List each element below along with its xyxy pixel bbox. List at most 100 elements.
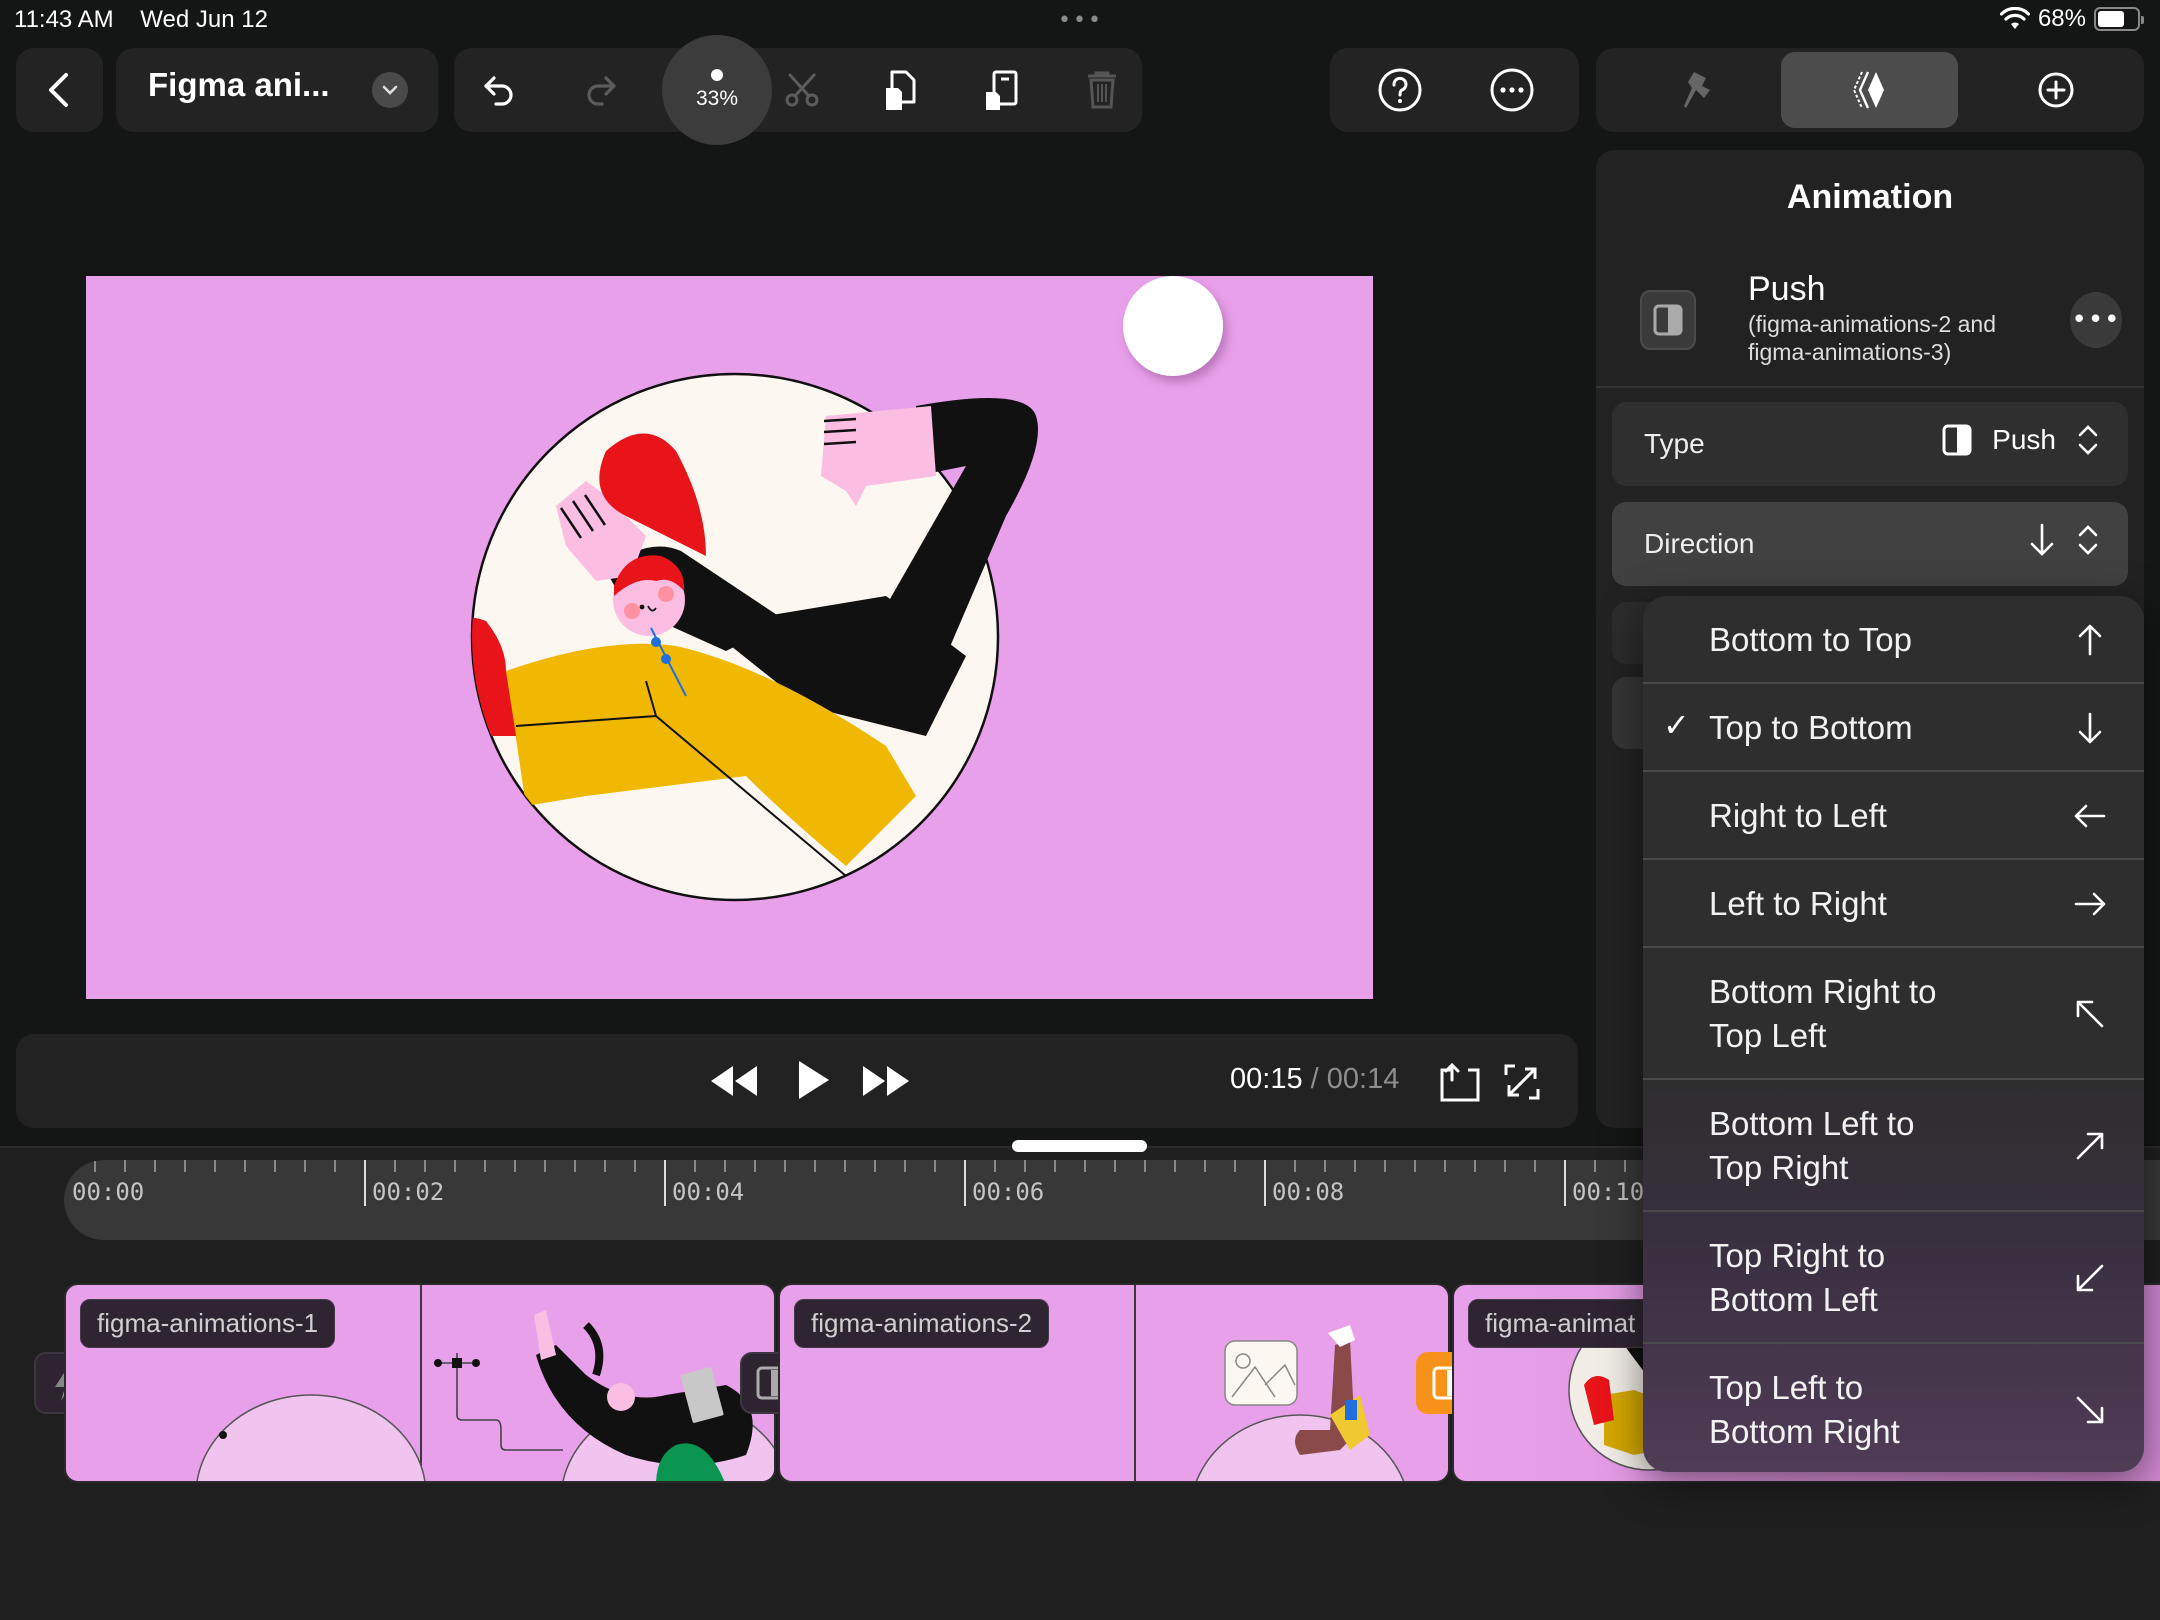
clip-label: figma-animat	[1468, 1299, 1653, 1348]
ruler-minor-tick	[1114, 1160, 1116, 1172]
direction-option-label: Top to Bottom	[1709, 709, 1913, 746]
ruler-minor-tick	[1234, 1160, 1236, 1172]
duplicate-button[interactable]	[872, 60, 932, 120]
undo-icon	[484, 76, 513, 106]
ruler-minor-tick	[484, 1160, 486, 1172]
direction-option[interactable]: Bottom to Top	[1643, 596, 2144, 684]
fast-forward-button[interactable]	[858, 1056, 914, 1106]
arrow-right-icon	[2074, 892, 2106, 916]
fast-forward-icon	[863, 1066, 909, 1096]
ruler-minor-tick	[994, 1160, 996, 1172]
play-button[interactable]	[792, 1052, 836, 1108]
ruler-minor-tick	[334, 1160, 336, 1172]
arrow-up-left-icon	[2076, 1000, 2104, 1028]
ruler-minor-tick	[1144, 1160, 1146, 1172]
type-value: Push	[1942, 422, 2100, 458]
direction-option-label: Bottom Right to Top Left	[1709, 973, 1937, 1054]
ruler-major-tick	[1564, 1160, 1566, 1206]
ruler-minor-tick	[1624, 1160, 1626, 1172]
status-time: 11:43 AM	[14, 6, 114, 33]
undo-button[interactable]	[470, 60, 530, 120]
zoom-level-button[interactable]: 33%	[662, 35, 772, 145]
resize-handle[interactable]	[1012, 1140, 1147, 1152]
direction-row[interactable]: Direction	[1612, 502, 2128, 586]
fullscreen-button[interactable]	[1498, 1058, 1546, 1106]
direction-option-label: Bottom to Top	[1709, 621, 1913, 658]
ruler-minor-tick	[454, 1160, 456, 1172]
arrow-down-left-icon	[2076, 1264, 2104, 1292]
ruler-minor-tick	[754, 1160, 756, 1172]
delete-button[interactable]	[1072, 60, 1132, 120]
direction-option[interactable]: Left to Right	[1643, 860, 2144, 948]
animation-diamond-icon	[1852, 71, 1884, 109]
ruler-minor-tick	[514, 1160, 516, 1172]
document-title-menu[interactable]: Figma ani...	[116, 48, 438, 132]
ruler-major-tick	[964, 1160, 966, 1206]
white-dot-shape[interactable]	[1123, 276, 1223, 376]
direction-option-label: Top Left to Bottom Right	[1709, 1369, 1900, 1450]
add-button[interactable]	[2026, 60, 2086, 120]
ruler-minor-tick	[934, 1160, 936, 1172]
direction-option[interactable]: Top Left to Bottom Right	[1643, 1344, 2144, 1472]
plus-circle-icon	[2038, 72, 2074, 108]
checkmark-icon: ✓	[1663, 706, 1690, 744]
canvas-preview[interactable]	[86, 276, 1373, 999]
ruler-minor-tick	[394, 1160, 396, 1172]
ruler-minor-tick	[124, 1160, 126, 1172]
cut-button[interactable]	[772, 60, 832, 120]
timeline-clip-1[interactable]: figma-animations-1	[64, 1283, 776, 1483]
trash-icon	[1088, 71, 1116, 109]
ellipsis-icon: •••	[2071, 305, 2121, 335]
ruler-minor-tick	[1294, 1160, 1296, 1172]
redo-button[interactable]	[570, 60, 630, 120]
tab-animation[interactable]	[1781, 52, 1958, 128]
playback-bar: 00:15 / 00:14	[16, 1034, 1578, 1128]
ruler-tick-label: 00:10	[1572, 1178, 1645, 1206]
divider	[1596, 386, 2144, 388]
ruler-minor-tick	[1204, 1160, 1206, 1172]
rewind-button[interactable]	[706, 1056, 762, 1106]
ruler-minor-tick	[1054, 1160, 1056, 1172]
rotate-preview-button[interactable]	[1436, 1058, 1484, 1106]
direction-option[interactable]: Right to Left	[1643, 772, 2144, 860]
direction-option[interactable]: Top to Bottom ✓	[1643, 684, 2144, 772]
chevron-down-icon[interactable]	[372, 72, 408, 108]
ruler-minor-tick	[244, 1160, 246, 1172]
ruler-minor-tick	[724, 1160, 726, 1172]
arrow-up-right-icon	[2076, 1132, 2104, 1160]
expand-icon	[1504, 1064, 1540, 1100]
arrow-left-icon	[2074, 804, 2106, 828]
direction-option-label: Left to Right	[1709, 885, 1887, 922]
inspector-tabs	[1596, 48, 2144, 132]
ruler-minor-tick	[304, 1160, 306, 1172]
animation-more-button[interactable]: •••	[2070, 292, 2122, 348]
ruler-minor-tick	[214, 1160, 216, 1172]
arrow-down-icon	[2078, 712, 2102, 744]
clip-label: figma-animations-2	[794, 1299, 1050, 1348]
tab-style[interactable]	[1666, 60, 1726, 120]
timeline-clip-2[interactable]: figma-animations-2	[778, 1283, 1450, 1483]
direction-option-label: Right to Left	[1709, 797, 1887, 834]
push-icon	[1640, 290, 1696, 350]
back-button[interactable]	[16, 48, 103, 132]
direction-option-label: Top Right to Bottom Left	[1709, 1237, 1886, 1318]
multitasking-dots-icon[interactable]: •••	[1058, 8, 1103, 33]
play-icon	[799, 1061, 829, 1099]
panel-title: Animation	[1786, 178, 1954, 216]
clip-label: figma-animations-1	[80, 1299, 336, 1348]
ruler-minor-tick	[1594, 1160, 1596, 1172]
direction-option[interactable]: Bottom Right to Top Left	[1643, 948, 2144, 1080]
direction-option[interactable]: Top Right to Bottom Left	[1643, 1212, 2144, 1344]
ruler-minor-tick	[574, 1160, 576, 1172]
direction-option[interactable]: Bottom Left to Top Right	[1643, 1080, 2144, 1212]
arrow-up-icon	[2078, 624, 2102, 656]
help-button[interactable]	[1370, 60, 1430, 120]
split-button[interactable]	[972, 60, 1032, 120]
scissors-icon	[785, 73, 819, 107]
brush-icon	[1684, 72, 1710, 108]
type-row[interactable]: Type Push	[1612, 402, 2128, 486]
rewind-icon	[711, 1066, 757, 1096]
rotate-icon	[1440, 1062, 1480, 1102]
ruler-minor-tick	[1324, 1160, 1326, 1172]
more-options-button[interactable]	[1482, 60, 1542, 120]
